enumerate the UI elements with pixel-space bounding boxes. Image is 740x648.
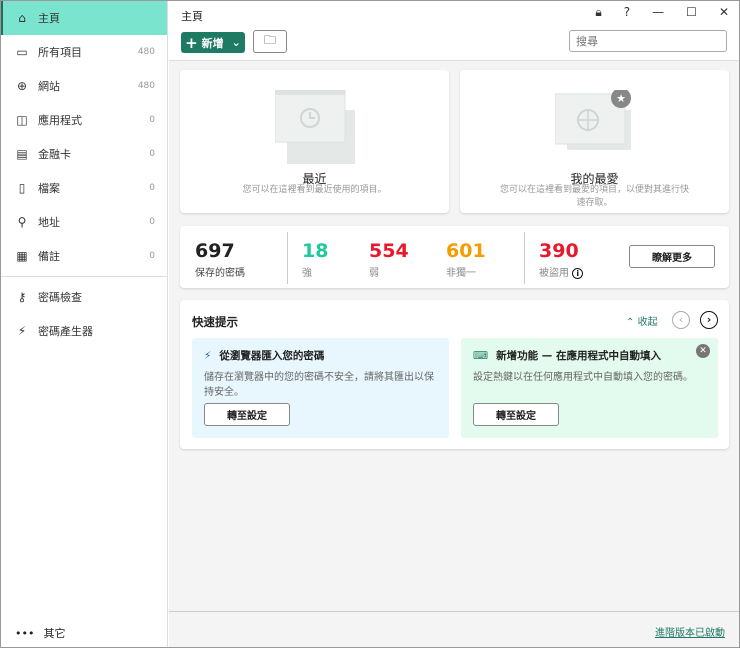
stat-breached[interactable]: 390 被盜用 i bbox=[539, 240, 584, 279]
sidebar-item[interactable]: ▦ 備註 0 bbox=[1, 239, 167, 273]
sidebar-item[interactable]: ▯ 檔案 0 bbox=[1, 171, 167, 205]
tip-import-browser: ⚡ 從瀏覽器匯入您的密碼 儲存在瀏覽器中的您的密碼不安全，請將其匯出以保持安全。 … bbox=[192, 338, 449, 438]
add-button[interactable]: + 新增 ⌄ bbox=[181, 32, 245, 53]
more-icon: ••• bbox=[15, 626, 35, 640]
collapse-button[interactable]: ⌃ 收起 bbox=[626, 313, 658, 328]
learn-more-button[interactable]: 瞭解更多 bbox=[629, 245, 715, 268]
page-title: 主頁 bbox=[181, 10, 203, 23]
main: 主頁 🔒︎ ? — ☐ ✕ +新增⌄ 🗀︎ 最近 您可以在這裡看到最近使用的項目… bbox=[169, 1, 739, 647]
stat-duplicate[interactable]: 601 非獨一 bbox=[446, 240, 486, 279]
divider bbox=[1, 276, 167, 277]
sidebar-item[interactable]: ◫ 應用程式 0 bbox=[1, 103, 167, 137]
sidebar-item[interactable]: ▭ 所有項目 480 bbox=[1, 35, 167, 69]
notes-icon: ▦ bbox=[16, 249, 28, 263]
minimize-icon[interactable]: — bbox=[652, 5, 664, 20]
info-icon[interactable]: i bbox=[572, 268, 584, 279]
sidebar-item[interactable]: ▤ 金融卡 0 bbox=[1, 137, 167, 171]
go-to-settings-button[interactable]: 轉至設定 bbox=[204, 403, 290, 426]
globe-icon: ⊕ bbox=[16, 79, 28, 93]
svg-text:★: ★ bbox=[616, 92, 626, 105]
dismiss-tip-icon[interactable]: ✕ bbox=[696, 344, 710, 358]
favorites-card[interactable]: ★ 我的最愛 您可以在這裡看到最愛的項目，以便對其進行快速存取。 bbox=[460, 70, 729, 213]
sidebar-item[interactable]: ⌂ 主頁 bbox=[1, 1, 167, 35]
card-icon: ▤ bbox=[16, 147, 28, 161]
footer: 進階版本已啟動 bbox=[169, 611, 739, 647]
magic-wand-icon: ⚡ bbox=[17, 324, 27, 338]
maximize-icon[interactable]: ☐ bbox=[686, 5, 697, 20]
stat-strong[interactable]: 18 強 bbox=[302, 240, 328, 279]
location-pin-icon: ⚲ bbox=[17, 215, 27, 229]
sidebar-item[interactable]: ⚲ 地址 0 bbox=[1, 205, 167, 239]
sidebar-item[interactable]: ⊕ 網站 480 bbox=[1, 69, 167, 103]
folder-plus-icon: 🗀︎ bbox=[263, 33, 276, 47]
magic-wand-icon: ⚡ bbox=[204, 349, 212, 362]
stat-saved[interactable]: 697 保存的密碼 bbox=[195, 240, 245, 279]
recent-subtitle: 您可以在這裡看到最近使用的項目。 bbox=[242, 185, 387, 195]
sidebar: ⌂ 主頁 ▭ 所有項目 480 ⊕ 網站 480 ◫ 應用程式 0 ▤ 金融卡 0 ▯ 檔案 0 ⚲ 地址 0 ▦ 備註 0… bbox=[1, 1, 168, 647]
document-icon: ▯ bbox=[18, 181, 26, 195]
chevron-up-icon: ⌃ bbox=[626, 317, 635, 328]
recent-card[interactable]: 最近 您可以在這裡看到最近使用的項目。 bbox=[180, 70, 449, 213]
key-icon: ⚷ bbox=[17, 290, 27, 304]
go-to-settings-button[interactable]: 轉至設定 bbox=[473, 403, 559, 426]
close-icon[interactable]: ✕ bbox=[719, 5, 729, 20]
premium-activated-link[interactable]: 進階版本已啟動 bbox=[655, 624, 725, 639]
sidebar-tool[interactable]: ⚷ 密碼檢查 bbox=[1, 280, 167, 314]
sidebar-tool[interactable]: ⚡ 密碼產生器 bbox=[1, 314, 167, 348]
quick-tips-title: 快速提示 bbox=[192, 315, 238, 329]
stats-card: 697 保存的密碼 18 強 554 弱 601 非獨一 390 被盜用 i 瞭解更多 bbox=[180, 226, 729, 288]
tip-autofill-apps: ⌨ 新增功能 — 在應用程式中自動填入 設定熱鍵以在任何應用程式中自動填入您的密碼… bbox=[461, 338, 718, 438]
previous-tip-button[interactable]: ‹ bbox=[672, 311, 690, 329]
keyboard-icon: ⌨ bbox=[473, 349, 489, 362]
stat-weak[interactable]: 554 弱 bbox=[369, 240, 409, 279]
app-icon: ◫ bbox=[16, 113, 28, 127]
header: 主頁 🔒︎ ? — ☐ ✕ + 新增 ⌄ 🗀︎ bbox=[169, 1, 739, 61]
quick-tips-card: 快速提示 ⌃ 收起 ‹ › ⚡ 從瀏覽器匯入您的密碼 儲存在瀏覽器中的您的密碼不安… bbox=[180, 300, 729, 449]
globe-window-icon: ★ bbox=[554, 90, 631, 150]
lock-icon[interactable]: 🔒︎ bbox=[595, 5, 601, 20]
folder-icon: ▭ bbox=[16, 45, 28, 59]
search-input[interactable] bbox=[569, 30, 727, 52]
new-folder-button[interactable]: 🗀︎ bbox=[253, 30, 287, 53]
next-tip-button[interactable]: › bbox=[700, 311, 718, 329]
chevron-down-icon: ⌄ bbox=[231, 36, 241, 49]
favorites-subtitle: 您可以在這裡看到最愛的項目，以便對其進行快速存取。 bbox=[500, 185, 690, 208]
plus-icon: + bbox=[185, 33, 198, 52]
help-icon[interactable]: ? bbox=[624, 5, 630, 20]
home-icon: ⌂ bbox=[18, 11, 26, 25]
clock-window-icon bbox=[274, 90, 355, 164]
sidebar-item-other[interactable]: ••• 其它 bbox=[15, 625, 65, 641]
